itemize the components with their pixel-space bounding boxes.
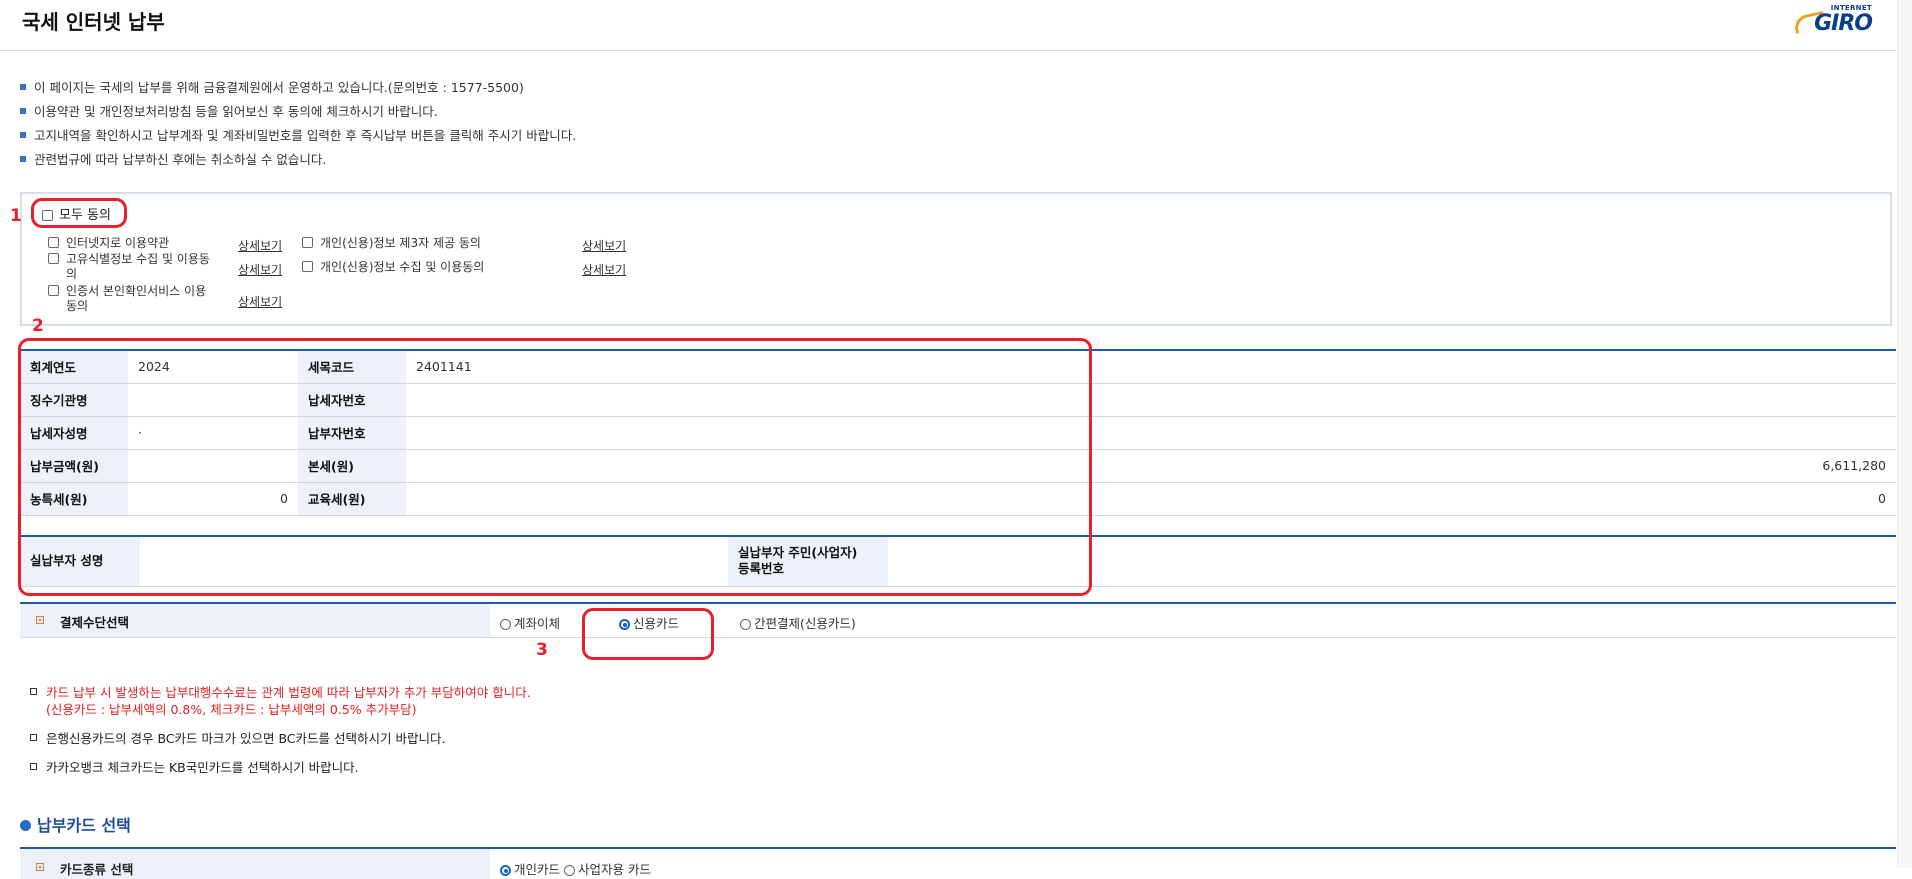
card-type-label: 카드종류 선택 xyxy=(60,862,134,877)
notice-text: 이용약관 및 개인정보처리방침 등을 읽어보신 후 동의에 체크하시기 바랍니다… xyxy=(34,104,438,119)
page-header: 국세 인터넷 납부 INTERNET GIRO xyxy=(0,0,1896,51)
bullet-icon xyxy=(20,156,26,162)
detail-link-cert[interactable]: 상세보기 xyxy=(238,293,282,310)
bullet-icon xyxy=(30,688,37,695)
logo-big-text: GIRO xyxy=(1814,11,1873,36)
detail-link-collection[interactable]: 상세보기 xyxy=(582,261,626,278)
notice-item: 관련법규에 따라 납부하신 후에는 취소하실 수 없습니다. xyxy=(20,152,576,176)
notice-text: 고지내역을 확인하시고 납부계좌 및 계좌비밀번호를 입력한 후 즉시납부 버튼… xyxy=(34,128,577,143)
notice-item: 이용약관 및 개인정보처리방침 등을 읽어보신 후 동의에 체크하시기 바랍니다… xyxy=(20,104,576,128)
annotation-box-3 xyxy=(582,608,714,660)
checkbox-icon[interactable] xyxy=(48,237,59,248)
radio-account-transfer[interactable]: 계좌이체 xyxy=(500,613,560,632)
notice-item: 고지내역을 확인하시고 납부계좌 및 계좌비밀번호를 입력한 후 즉시납부 버튼… xyxy=(20,128,576,152)
notice-item: 이 페이지는 국세의 납부를 위해 금융결제원에서 운영하고 있습니다.(문의번… xyxy=(20,80,576,104)
notice-text: 이 페이지는 국세의 납부를 위해 금융결제원에서 운영하고 있습니다.(문의번… xyxy=(34,80,524,95)
card-type-options: 개인카드 사업자용 카드 xyxy=(500,859,651,878)
bullet-icon xyxy=(20,84,26,90)
radio-icon[interactable] xyxy=(740,619,751,630)
radio-label: 간편결제(신용카드) xyxy=(754,616,856,631)
annotation-label-2: 2 xyxy=(32,316,44,336)
card-fee-line1: 카드 납부 시 발생하는 납부대행수수료는 관계 법령에 따라 납부자가 추가 … xyxy=(46,685,531,700)
card-fee-note: 카드 납부 시 발생하는 납부대행수수료는 관계 법령에 따라 납부자가 추가 … xyxy=(30,684,531,718)
radio-business-card[interactable]: 사업자용 카드 xyxy=(564,862,651,877)
checkbox-icon[interactable] xyxy=(302,261,313,272)
card-type-header: 카드종류 선택 xyxy=(20,849,490,879)
bullet-icon xyxy=(20,108,26,114)
bullet-icon xyxy=(20,132,26,138)
radio-personal-card[interactable]: 개인카드 xyxy=(500,862,560,877)
agree-item-label: 개인(신용)정보 제3자 제공 동의 xyxy=(320,236,481,250)
checkbox-icon[interactable] xyxy=(302,237,313,248)
annotation-label-1: 1 xyxy=(10,206,22,226)
payment-method-row: 결제수단선택 계좌이체 신용카드 간편결제(신용카드) xyxy=(20,602,1896,638)
radio-selected-icon[interactable] xyxy=(500,865,511,876)
bullet-icon xyxy=(36,616,44,624)
payment-method-label: 결제수단선택 xyxy=(60,615,130,630)
kakao-card-note: 카카오뱅크 체크카드는 KB국민카드를 선택하시기 바랍니다. xyxy=(30,759,531,776)
agree-item-cert[interactable]: 인증서 본인확인서비스 이용동의 xyxy=(48,284,210,314)
bc-card-note: 은행신용카드의 경우 BC카드 마크가 있으면 BC카드를 선택하시기 바랍니다… xyxy=(30,730,531,747)
detail-link-unique-id[interactable]: 상세보기 xyxy=(238,261,282,278)
radio-label: 계좌이체 xyxy=(514,616,561,631)
detail-link-third-party[interactable]: 상세보기 xyxy=(582,237,626,254)
notice-text: 관련법규에 따라 납부하신 후에는 취소하실 수 없습니다. xyxy=(34,152,327,167)
agree-item-label: 인터넷지로 이용약관 xyxy=(66,236,170,250)
bc-card-text: 은행신용카드의 경우 BC카드 마크가 있으면 BC카드를 선택하시기 바랍니다… xyxy=(46,731,446,746)
agree-item-unique-id[interactable]: 고유식별정보 수집 및 이용동의 xyxy=(48,252,210,282)
card-select-section-title: 납부카드 선택 xyxy=(20,812,131,836)
card-type-row: 카드종류 선택 개인카드 사업자용 카드 xyxy=(20,847,1896,879)
radio-icon[interactable] xyxy=(500,619,511,630)
card-select-title-text: 납부카드 선택 xyxy=(37,816,131,835)
notice-list: 이 페이지는 국세의 납부를 위해 금융결제원에서 운영하고 있습니다.(문의번… xyxy=(20,80,576,176)
radio-label: 사업자용 카드 xyxy=(578,862,651,877)
kakao-card-text: 카카오뱅크 체크카드는 KB국민카드를 선택하시기 바랍니다. xyxy=(46,760,359,775)
bullet-icon xyxy=(30,763,37,770)
payment-method-header: 결제수단선택 xyxy=(20,604,490,637)
section-bullet-icon xyxy=(20,820,31,831)
giro-logo: INTERNET GIRO xyxy=(1792,4,1873,36)
agree-item-terms[interactable]: 인터넷지로 이용약관 xyxy=(48,236,208,251)
page-title: 국세 인터넷 납부 xyxy=(22,10,165,34)
agree-item-collection[interactable]: 개인(신용)정보 수집 및 이용동의 xyxy=(302,260,572,275)
checkbox-icon[interactable] xyxy=(48,253,59,264)
checkbox-icon[interactable] xyxy=(48,285,59,296)
radio-label: 개인카드 xyxy=(514,862,561,877)
agree-item-label: 고유식별정보 수집 및 이용동의 xyxy=(66,252,210,281)
card-notes: 카드 납부 시 발생하는 납부대행수수료는 관계 법령에 따라 납부자가 추가 … xyxy=(30,684,531,788)
bullet-icon xyxy=(36,863,44,871)
annotation-box-2 xyxy=(18,338,1092,596)
bullet-icon xyxy=(30,734,37,741)
vertical-scrollbar[interactable] xyxy=(1897,0,1912,868)
agreement-box: 모두 동의 인터넷지로 이용약관 상세보기 고유식별정보 수집 및 이용동의 상… xyxy=(20,192,1892,326)
annotation-box-1 xyxy=(31,198,127,228)
card-fee-line2: (신용카드 : 납부세액의 0.8%, 체크카드 : 납부세액의 0.5% 추가… xyxy=(46,702,417,717)
agree-item-label: 인증서 본인확인서비스 이용동의 xyxy=(66,284,207,313)
radio-simple-pay[interactable]: 간편결제(신용카드) xyxy=(740,613,856,632)
agree-item-label: 개인(신용)정보 수집 및 이용동의 xyxy=(320,260,485,274)
agree-item-third-party[interactable]: 개인(신용)정보 제3자 제공 동의 xyxy=(302,236,572,251)
detail-link-terms[interactable]: 상세보기 xyxy=(238,237,282,254)
radio-icon[interactable] xyxy=(564,865,575,876)
annotation-label-3: 3 xyxy=(536,640,548,660)
